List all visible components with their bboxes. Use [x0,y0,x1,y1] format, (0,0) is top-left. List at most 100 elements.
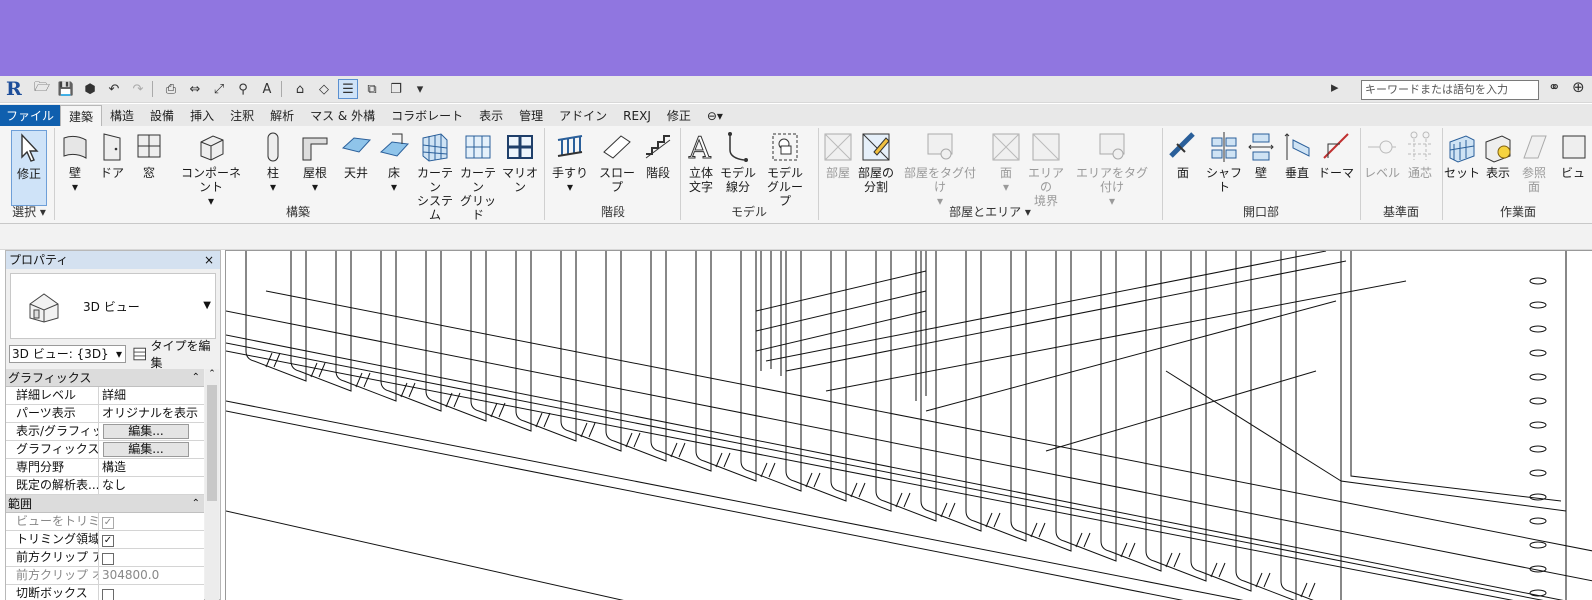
tab-modify[interactable]: 修正 [659,105,699,127]
tab-structure[interactable]: 構造 [102,105,142,127]
ramp-button[interactable]: スロープ [594,130,640,194]
section-icon[interactable]: ◇ [314,79,334,99]
opening-face-button[interactable]: 面 [1166,130,1200,180]
area-boundary-button[interactable]: エリアの 境界 [1024,130,1068,208]
door-button[interactable]: ドア [96,130,128,180]
scrollbar-thumb[interactable] [207,385,217,501]
subscription-icon[interactable]: ⊕ [1572,78,1585,96]
wall-button[interactable]: 壁 ▾ [56,130,94,194]
prop-row-crop-region-visible[interactable]: トリミング領域...✓ [6,531,204,549]
prop-value[interactable]: 詳細 [99,387,204,404]
column-button[interactable]: 柱 ▾ [258,130,288,194]
undo-icon[interactable]: ↶ [104,79,124,99]
save-icon[interactable]: 💾 [56,79,76,99]
tag-area-button[interactable]: エリアをタグ付け ▾ [1074,130,1150,208]
text-icon[interactable]: A [257,79,277,99]
edit-type-button[interactable]: タイプを編集 [132,337,220,371]
room-button[interactable]: 部屋 [822,130,854,180]
tab-insert[interactable]: 挿入 [182,105,222,127]
window-button[interactable]: 窓 [132,130,166,180]
ref-plane-button[interactable]: 参照面 [1516,130,1552,194]
search-input[interactable]: キーワードまたは語句を入力 [1361,80,1539,100]
select-panel-label[interactable]: 選択 ▾ [6,202,52,222]
prop-value[interactable]: 構造 [99,459,204,476]
dormer-button[interactable]: ドーマ [1318,130,1354,180]
prop-row-graphic-display[interactable]: グラフィックス表... 編集... [6,441,204,459]
3d-view-icon[interactable]: ⌂ [290,79,310,99]
railing-button[interactable]: 手すり ▾ [550,130,590,194]
thin-lines-icon[interactable]: ☰ [338,79,358,99]
component-button[interactable]: コンポーネント ▾ [176,130,246,208]
prop-row-far-clip-offset[interactable]: 前方クリップ オ...304800.0 [6,567,204,585]
prop-row-section-box[interactable]: 切断ボックス [6,585,204,600]
3d-viewport[interactable] [225,250,1592,600]
prop-row-visibility-graphics[interactable]: 表示/グラフィッ... 編集... [6,423,204,441]
prop-row-far-clip-active[interactable]: 前方クリップ ア... [6,549,204,567]
ceiling-button[interactable]: 天井 [338,130,374,180]
stair-button[interactable]: 階段 [640,130,676,180]
prop-value[interactable]: オリジナルを表示 [99,405,204,422]
model-group-button[interactable]: モデル グループ [762,130,808,208]
viewer-button[interactable]: ビュ [1554,130,1592,180]
close-hidden-icon[interactable]: ⧉ [362,79,382,99]
show-workplane-button[interactable]: 表示 [1482,130,1514,180]
tab-architecture[interactable]: 建築 [60,105,103,127]
print-icon[interactable]: ⎙ [161,79,181,99]
section-extents[interactable]: 範囲 ⌃ [6,495,204,513]
tab-addins[interactable]: アドイン [551,105,615,127]
roof-button[interactable]: 屋根 ▾ [296,130,334,194]
scroll-up-icon[interactable]: ⌃ [205,369,219,383]
edit-button[interactable]: 編集... [103,442,189,457]
tab-collaborate[interactable]: コラボレート [383,105,471,127]
tag-room-button[interactable]: 部屋をタグ付け ▾ [902,130,978,208]
tab-systems[interactable]: 設備 [142,105,182,127]
prop-value[interactable]: なし [99,477,204,494]
customize-qat-icon[interactable]: ▾ [410,79,430,99]
checkbox[interactable] [102,588,114,600]
area-button[interactable]: 面 ▾ [990,130,1022,194]
shaft-button[interactable]: シャフト [1202,130,1246,194]
tag-icon[interactable]: ⚲ [233,79,253,99]
modify-button[interactable]: 修正 [11,130,47,206]
mullion-button[interactable]: マリオン [500,130,540,194]
section-graphics[interactable]: グラフィックス ⌃ [6,369,204,387]
set-workplane-button[interactable]: セット [1444,130,1480,180]
vertical-opening-button[interactable]: 垂直 [1280,130,1314,180]
app-logo[interactable]: R [6,78,28,100]
floor-button[interactable]: 床 ▾ [376,130,412,194]
room-separator-button[interactable]: 部屋の 分割 [856,130,896,194]
prop-row-crop-view[interactable]: ビューをトリミング✓ [6,513,204,531]
tab-rexj[interactable]: REXJ [615,105,659,127]
room-area-panel-label[interactable]: 部屋とエリア ▾ [820,202,1160,222]
opening-wall-button[interactable]: 壁 [1246,130,1276,180]
dimension-icon[interactable]: ⤢ [209,79,229,99]
checkbox[interactable]: ✓ [102,516,114,529]
chevron-down-icon[interactable]: ▼ [203,300,211,311]
tab-file[interactable]: ファイル [0,105,61,127]
collapse-icon[interactable]: ⌃ [192,495,200,512]
prop-row-detail-level[interactable]: 詳細レベル 詳細 [6,387,204,405]
prop-row-analysis-display[interactable]: 既定の解析表... なし [6,477,204,495]
binoculars-icon[interactable]: ⚭ [1548,78,1561,96]
tab-view[interactable]: 表示 [471,105,511,127]
properties-scrollbar[interactable]: ⌃ [205,369,219,600]
collapse-icon[interactable]: ⌃ [192,369,200,386]
measure-icon[interactable]: ⇔ [185,79,205,99]
open-icon[interactable]: 🗁 [32,79,52,99]
expand-arrow-icon[interactable]: ▸ [1331,78,1339,96]
view-instance-select[interactable]: 3D ビュー: {3D} [9,345,127,363]
tab-annotate[interactable]: 注釈 [222,105,262,127]
tab-manage[interactable]: 管理 [511,105,551,127]
redo-icon[interactable]: ↷ [128,79,148,99]
grid-button[interactable]: 通芯 [1402,130,1438,180]
type-selector[interactable]: 3D ビュー ▼ [10,273,216,339]
model-line-button[interactable]: モデル 線分 [720,130,756,194]
checkbox[interactable]: ✓ [102,534,114,547]
level-button[interactable]: レベル [1364,130,1400,180]
prop-row-discipline[interactable]: 専門分野 構造 [6,459,204,477]
sync-icon[interactable]: ⬢ [80,79,100,99]
tab-analyze[interactable]: 解析 [262,105,302,127]
prop-row-parts-visibility[interactable]: パーツ表示 オリジナルを表示 [6,405,204,423]
prop-value[interactable]: 304800.0 [99,567,204,584]
edit-button[interactable]: 編集... [103,424,189,439]
